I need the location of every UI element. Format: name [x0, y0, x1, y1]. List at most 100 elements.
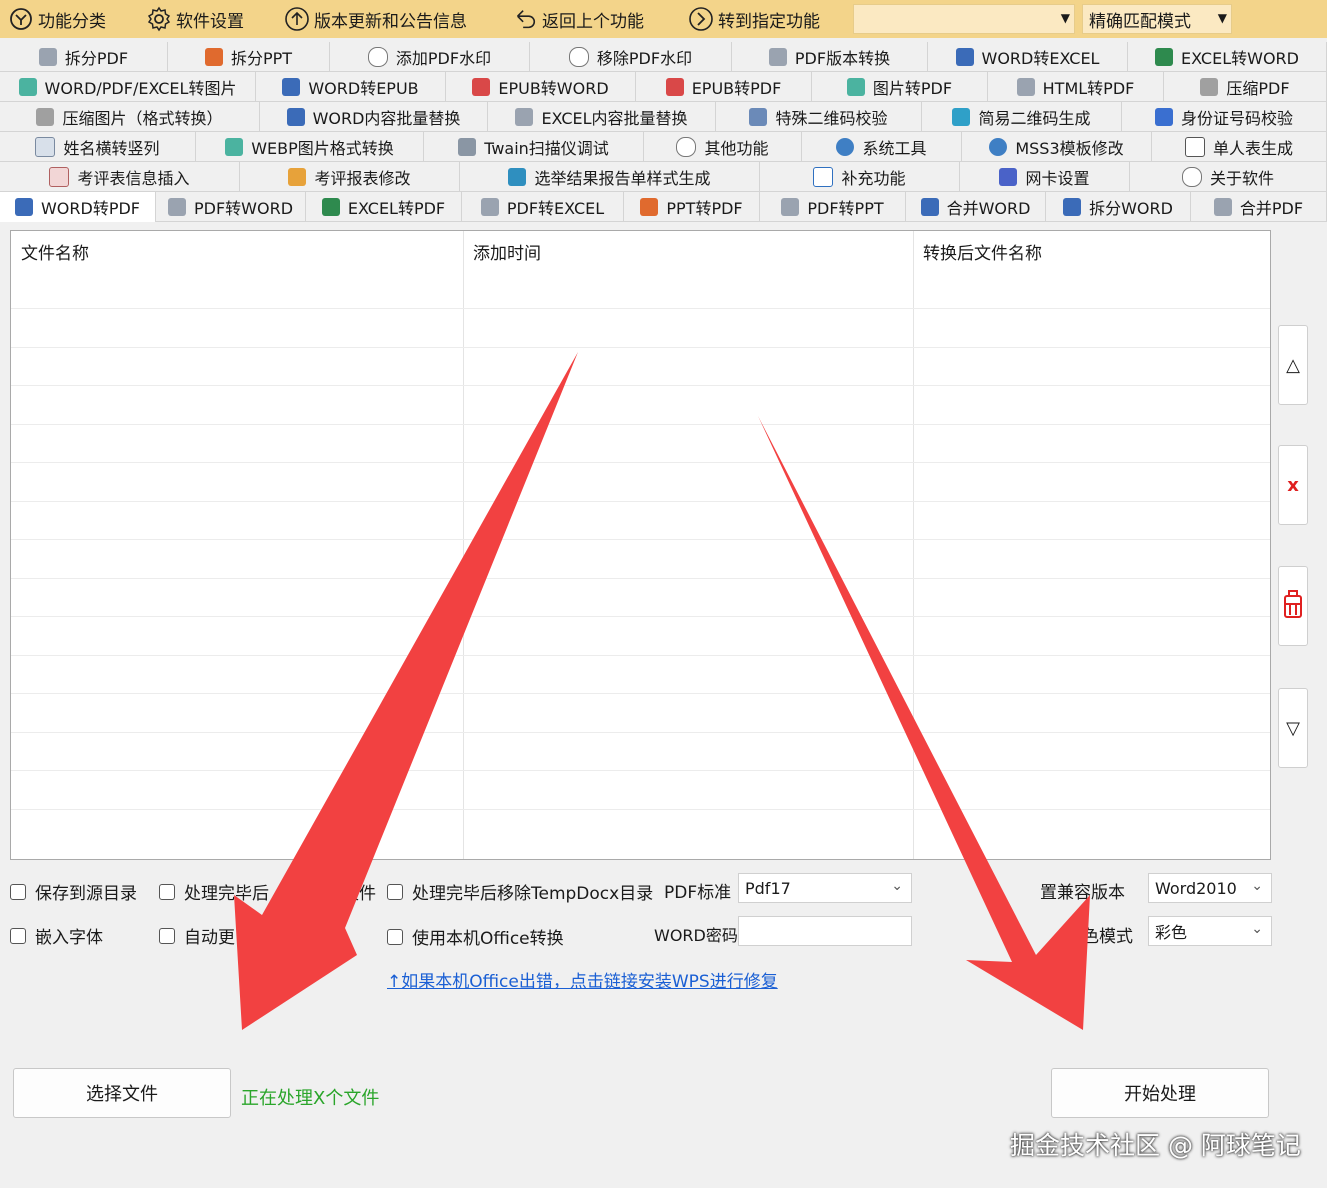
tab-supplementary[interactable]: 补充功能: [760, 162, 960, 192]
checkbox[interactable]: [159, 927, 175, 944]
tab-word-to-epub[interactable]: WORD转EPUB: [256, 72, 446, 102]
name-list-icon: [35, 136, 56, 157]
tab-system-tools[interactable]: 系统工具: [802, 132, 962, 162]
image-icon: [846, 77, 865, 96]
back-button[interactable]: 返回上个功能: [504, 0, 654, 38]
delete-button[interactable]: x: [1278, 445, 1308, 525]
save-to-source-checkbox[interactable]: 保存到源目录: [10, 879, 137, 904]
tab-epub-to-word[interactable]: EPUB转WORD: [446, 72, 636, 102]
move-down-button[interactable]: ▽: [1278, 688, 1308, 768]
tab-add-pdf-watermark[interactable]: 添加PDF水印: [330, 42, 530, 72]
after-process-checkbox[interactable]: 处理完毕后: [159, 879, 269, 904]
goto-button[interactable]: 转到指定功能: [680, 0, 830, 38]
file-list[interactable]: 文件名称 添加时间 转换后文件名称: [10, 230, 1271, 860]
color-mode-label: 色模式: [1082, 927, 1133, 947]
tab-excel-batch-replace[interactable]: EXCEL内容批量替换: [488, 102, 716, 132]
tab-ppt-to-pdf[interactable]: PPT转PDF: [624, 192, 760, 222]
chevron-down-icon: ⌄: [1251, 921, 1263, 937]
category-button[interactable]: 功能分类: [0, 0, 116, 38]
column-divider: [913, 231, 914, 859]
tab-webp-convert[interactable]: WEBP图片格式转换: [196, 132, 424, 162]
qrcode-icon: [952, 107, 971, 126]
tab-simple-qrcode[interactable]: 简易二维码生成: [922, 102, 1122, 132]
tab-merge-pdf[interactable]: 合并PDF: [1191, 192, 1327, 222]
dropdown-arrow-icon[interactable]: ▼: [1218, 11, 1227, 25]
tab-remove-pdf-watermark[interactable]: 移除PDF水印: [530, 42, 732, 72]
pdf-standard-select[interactable]: Pdf17 ⌄: [738, 873, 912, 903]
embed-fonts-checkbox[interactable]: 嵌入字体: [10, 923, 103, 948]
pdf-icon: [38, 47, 57, 66]
close-icon: x: [1287, 474, 1299, 496]
tab-about[interactable]: 关于软件: [1130, 162, 1327, 192]
gear-icon: [989, 137, 1008, 156]
checkbox[interactable]: [387, 883, 403, 900]
checkbox[interactable]: [159, 883, 175, 900]
clear-button[interactable]: [1278, 566, 1308, 646]
checkbox[interactable]: [10, 883, 26, 900]
match-mode-combo[interactable]: 精确匹配模式 ▼: [1082, 4, 1232, 34]
tab-split-pdf[interactable]: 拆分PDF: [0, 42, 168, 72]
function-search-combo[interactable]: ▼: [853, 4, 1075, 34]
word-password-input[interactable]: [738, 916, 912, 946]
row-divider: [11, 693, 1270, 694]
checkbox[interactable]: [10, 927, 26, 944]
tab-compress-pdf[interactable]: 压缩PDF: [1164, 72, 1327, 102]
column-header-added-time[interactable]: 添加时间: [463, 231, 923, 271]
auto-update-checkbox[interactable]: 自动更: [159, 923, 235, 948]
color-mode-select[interactable]: 彩色 ⌄: [1148, 916, 1272, 946]
tab-html-to-pdf[interactable]: HTML转PDF: [988, 72, 1164, 102]
tab-modify-evaluation[interactable]: 考评报表修改: [240, 162, 460, 192]
tab-id-number-check[interactable]: 身份证号码校验: [1122, 102, 1327, 132]
tab-pdf-to-ppt[interactable]: PDF转PPT: [760, 192, 906, 222]
tab-split-ppt[interactable]: 拆分PPT: [168, 42, 330, 72]
tab-other-functions[interactable]: 其他功能: [644, 132, 802, 162]
checkbox[interactable]: [387, 928, 403, 945]
use-office-checkbox[interactable]: 使用本机Office转换: [387, 924, 564, 949]
tab-word-to-excel[interactable]: WORD转EXCEL: [928, 42, 1128, 72]
tab-row-3: 压缩图片（格式转换） WORD内容批量替换 EXCEL内容批量替换 特殊二维码校…: [0, 102, 1327, 132]
tab-excel-to-word[interactable]: EXCEL转WORD: [1128, 42, 1327, 72]
column-header-output-name[interactable]: 转换后文件名称: [913, 231, 1270, 271]
tab-row-1: 拆分PDF 拆分PPT 添加PDF水印 移除PDF水印 PDF版本转换 WORD…: [0, 42, 1327, 72]
tab-doc-to-image[interactable]: WORD/PDF/EXCEL转图片: [0, 72, 256, 102]
select-file-button[interactable]: 选择文件: [13, 1068, 231, 1118]
tab-image-to-pdf[interactable]: 图片转PDF: [812, 72, 988, 102]
tab-compress-image[interactable]: 压缩图片（格式转换）: [0, 102, 260, 132]
epub-icon: [665, 77, 684, 96]
remove-temp-checkbox[interactable]: 处理完毕后移除TempDocx目录: [387, 879, 653, 904]
image-icon: [18, 77, 37, 96]
compat-version-select[interactable]: Word2010 ⌄: [1148, 873, 1272, 903]
update-button[interactable]: 版本更新和公告信息: [276, 0, 477, 38]
row-divider: [11, 424, 1270, 425]
tab-election-report[interactable]: 选举结果报告单样式生成: [460, 162, 760, 192]
tab-special-qrcode-check[interactable]: 特殊二维码校验: [716, 102, 922, 132]
move-up-button[interactable]: △: [1278, 325, 1308, 405]
tab-pdf-version[interactable]: PDF版本转换: [732, 42, 928, 72]
tab-epub-to-pdf[interactable]: EPUB转PDF: [636, 72, 812, 102]
tab-word-batch-replace[interactable]: WORD内容批量替换: [260, 102, 488, 132]
row-divider: [11, 385, 1270, 386]
tab-twain-scanner[interactable]: Twain扫描仪调试: [424, 132, 644, 162]
settings-button[interactable]: 软件设置: [138, 0, 254, 38]
compress-icon: [36, 107, 55, 126]
tab-mss3-template[interactable]: MSS3模板修改: [962, 132, 1152, 162]
word-password-label: WORD密码: [654, 926, 738, 945]
row-divider: [11, 501, 1270, 502]
install-wps-link[interactable]: ↑如果本机Office出错，点击链接安装WPS进行修复: [387, 967, 778, 992]
dropdown-arrow-icon[interactable]: ▼: [1061, 11, 1070, 25]
column-header-filename[interactable]: 文件名称: [11, 231, 473, 271]
tab-single-sheet[interactable]: 单人表生成: [1152, 132, 1327, 162]
tab-split-word[interactable]: 拆分WORD: [1046, 192, 1191, 222]
tab-merge-word[interactable]: 合并WORD: [906, 192, 1046, 222]
tab-nic-settings[interactable]: 网卡设置: [960, 162, 1130, 192]
tab-excel-to-pdf[interactable]: EXCEL转PDF: [306, 192, 462, 222]
report-icon: [508, 167, 527, 186]
tab-pdf-to-excel[interactable]: PDF转EXCEL: [462, 192, 624, 222]
tab-insert-evaluation[interactable]: 考评表信息插入: [0, 162, 240, 192]
tab-name-to-column[interactable]: 姓名横转竖列: [0, 132, 196, 162]
image-icon: [225, 137, 244, 156]
tab-pdf-to-word[interactable]: PDF转WORD: [156, 192, 306, 222]
start-button[interactable]: 开始处理: [1051, 1068, 1269, 1118]
tab-word-to-pdf[interactable]: WORD转PDF: [0, 192, 156, 222]
word-icon: [955, 47, 974, 66]
